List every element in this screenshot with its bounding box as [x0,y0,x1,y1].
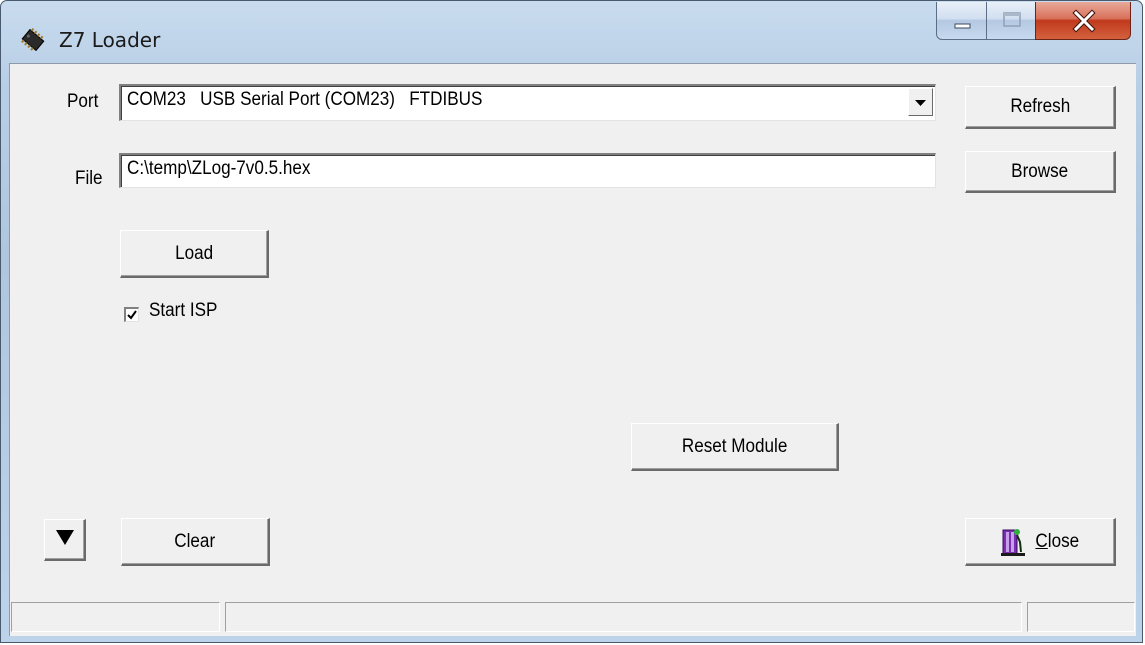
start-isp-checkbox[interactable] [124,307,139,322]
dialog-body: Port COM23 USB Serial Port (COM23) FTDIB… [9,63,1136,636]
triangle-down-icon [54,527,76,553]
status-pane-2 [225,602,1022,632]
close-button[interactable]: Close [965,518,1116,566]
reset-module-button-label: Reset Module [681,435,788,457]
title-bar[interactable]: Z7 Loader [1,1,1142,63]
port-dropdown-button[interactable] [908,88,933,116]
status-pane-3 [1027,602,1135,632]
browse-button-label: Browse [1011,160,1069,182]
clear-button[interactable]: Clear [121,518,270,566]
exit-door-icon [999,526,1027,558]
minimize-button[interactable] [936,2,987,40]
close-button-label: Close [1035,531,1079,553]
browse-button[interactable]: Browse [965,151,1116,193]
file-path-value: C:\temp\ZLog-7v0.5.hex [127,158,311,179]
chip-icon [19,26,47,54]
close-window-button[interactable] [1035,2,1131,40]
close-button-label-rest: lose [1047,530,1079,552]
file-path-field[interactable]: C:\temp\ZLog-7v0.5.hex [119,153,936,188]
port-select[interactable]: COM23 USB Serial Port (COM23) FTDIBUS [119,84,936,121]
status-pane-1 [11,602,220,632]
refresh-button-label: Refresh [1010,96,1070,117]
port-select-value: COM23 USB Serial Port (COM23) FTDIBUS [127,89,483,110]
maximize-button[interactable] [986,2,1036,40]
start-isp-label[interactable]: Start ISP [149,300,217,322]
window-title: Z7 Loader [59,28,161,52]
expand-button[interactable] [44,519,86,561]
close-button-accelerator: C [1035,530,1048,552]
refresh-button[interactable]: Refresh [965,86,1116,129]
clear-button-label: Clear [174,530,216,552]
file-label: File [75,168,103,189]
chevron-down-icon [909,100,932,119]
app-window: Z7 Loader Port COM23 USB Serial Port (CO… [0,0,1143,643]
load-button[interactable]: Load [120,230,269,278]
reset-module-button[interactable]: Reset Module [631,423,839,471]
port-label: Port [67,91,99,112]
load-button-label: Load [174,242,214,264]
